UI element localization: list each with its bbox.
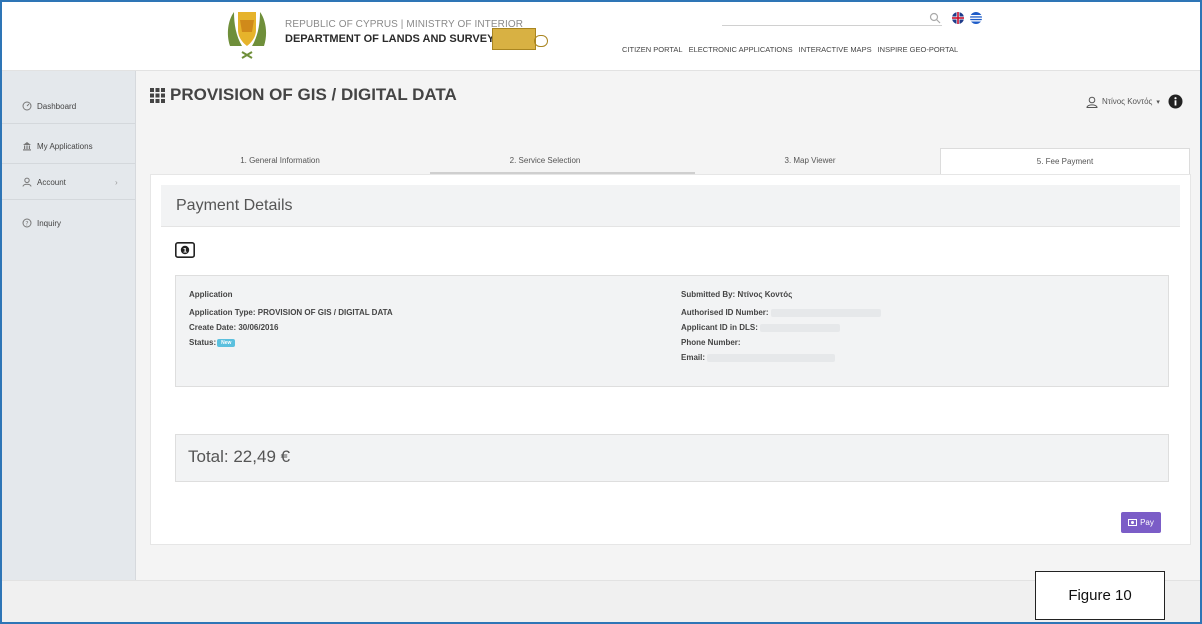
sidebar-item-inquiry[interactable]: ? Inquiry xyxy=(2,207,135,240)
redacted-value xyxy=(770,308,881,317)
ministry-label: REPUBLIC OF CYPRUS | MINISTRY OF INTERIO… xyxy=(285,19,524,30)
svg-text:1: 1 xyxy=(183,246,188,254)
sidebar-item-label: Account xyxy=(37,178,66,187)
department-label: DEPARTMENT OF LANDS AND SURVEYS xyxy=(285,33,502,45)
grid-icon xyxy=(150,87,165,103)
tab-fee-payment[interactable]: 5. Fee Payment xyxy=(940,148,1190,175)
redacted-value xyxy=(760,323,841,332)
application-type: Application Type: PROVISION OF GIS / DIG… xyxy=(189,308,393,317)
sidebar-item-label: Dashboard xyxy=(37,102,77,111)
total-box: Total: 22,49 € xyxy=(175,434,1169,482)
pay-button-label: Pay xyxy=(1140,518,1154,527)
pay-button[interactable]: Pay xyxy=(1121,512,1161,533)
tab-label: 3. Map Viewer xyxy=(784,156,836,165)
money-icon: 1 xyxy=(175,242,195,258)
uk-flag-icon[interactable] xyxy=(952,12,964,24)
sidebar-item-dashboard[interactable]: Dashboard xyxy=(2,90,135,124)
dls-badge-logo xyxy=(492,28,536,50)
greek-flag-icon[interactable] xyxy=(970,12,982,24)
sidebar-item-label: My Applications xyxy=(37,142,93,151)
tab-general-information[interactable]: 1. General Information xyxy=(150,148,410,174)
sidebar-item-label: Inquiry xyxy=(37,219,62,228)
dls-badge-tag xyxy=(534,35,548,47)
search-icon[interactable] xyxy=(929,12,941,24)
user-icon xyxy=(1086,96,1098,108)
sidebar-item-my-applications[interactable]: My Applications xyxy=(2,130,135,164)
sidebar-item-account[interactable]: Account › xyxy=(2,166,135,200)
figure-caption: Figure 10 xyxy=(1035,571,1165,620)
tab-label: 5. Fee Payment xyxy=(1036,157,1094,166)
money-icon xyxy=(1128,519,1138,526)
status-label: Status: xyxy=(189,338,217,347)
tab-label: 2. Service Selection xyxy=(509,156,581,165)
phone-label: Phone Number: xyxy=(681,338,741,347)
submitted-by: Submitted By: Ντίνος Κοντός xyxy=(681,290,793,299)
application-summary: Application Application Type: PROVISION … xyxy=(175,275,1169,387)
search-input[interactable] xyxy=(722,25,942,26)
tab-label: 1. General Information xyxy=(240,156,320,165)
email-label: Email: xyxy=(681,353,706,362)
nav-interactive-maps[interactable]: INTERACTIVE MAPS xyxy=(799,45,872,54)
tab-service-selection[interactable]: 2. Service Selection xyxy=(410,148,680,174)
user-name: Ντίνος Κοντός xyxy=(1102,97,1153,106)
payment-details-header: Payment Details xyxy=(161,185,1180,227)
status-row: Status: New xyxy=(189,338,236,347)
applicant-id-label: Applicant ID in DLS: xyxy=(681,323,758,332)
authorised-id-label: Authorised ID Number: xyxy=(681,308,769,317)
nav-electronic-applications[interactable]: ELECTRONIC APPLICATIONS xyxy=(689,45,793,54)
sidebar: Dashboard My Applications Account › ? In… xyxy=(2,71,136,581)
payment-card: Payment Details 1 Application Applicatio… xyxy=(150,174,1191,545)
page-title: PROVISION OF GIS / DIGITAL DATA xyxy=(150,85,457,105)
redacted-value xyxy=(707,353,836,362)
nav-citizen-portal[interactable]: CITIZEN PORTAL xyxy=(622,45,683,54)
authorised-id-row: Authorised ID Number: xyxy=(681,308,881,317)
svg-text:?: ? xyxy=(25,221,28,228)
email-row: Email: xyxy=(681,353,836,362)
user-menu[interactable]: Ντίνος Κοντός ▾ xyxy=(1086,94,1183,109)
info-icon[interactable] xyxy=(1168,94,1183,109)
caret-down-icon: ▾ xyxy=(1156,98,1160,106)
applicant-id-row: Applicant ID in DLS: xyxy=(681,323,841,332)
total-amount: Total: 22,49 € xyxy=(188,447,291,466)
question-icon: ? xyxy=(22,218,32,228)
screenshot-frame: REPUBLIC OF CYPRUS | MINISTRY OF INTERIO… xyxy=(0,0,1202,624)
status-badge: New xyxy=(217,338,236,347)
application-heading: Application xyxy=(189,290,233,299)
wizard-tabs: 1. General Information 2. Service Select… xyxy=(150,148,1190,175)
top-header: REPUBLIC OF CYPRUS | MINISTRY OF INTERIO… xyxy=(2,2,1200,71)
user-icon xyxy=(22,177,32,187)
cyprus-crest-logo xyxy=(227,12,267,59)
footer xyxy=(2,580,1200,622)
bank-icon xyxy=(23,142,31,151)
create-date: Create Date: 30/06/2016 xyxy=(189,323,279,332)
chevron-right-icon: › xyxy=(115,178,118,187)
nav-inspire-geo-portal[interactable]: INSPIRE GEO-PORTAL xyxy=(878,45,959,54)
dashboard-icon xyxy=(22,101,32,111)
tab-map-viewer[interactable]: 3. Map Viewer xyxy=(680,148,940,174)
payment-details-title: Payment Details xyxy=(176,197,293,214)
page-title-text: PROVISION OF GIS / DIGITAL DATA xyxy=(170,85,457,104)
top-navigation: CITIZEN PORTAL ELECTRONIC APPLICATIONS I… xyxy=(622,45,958,54)
